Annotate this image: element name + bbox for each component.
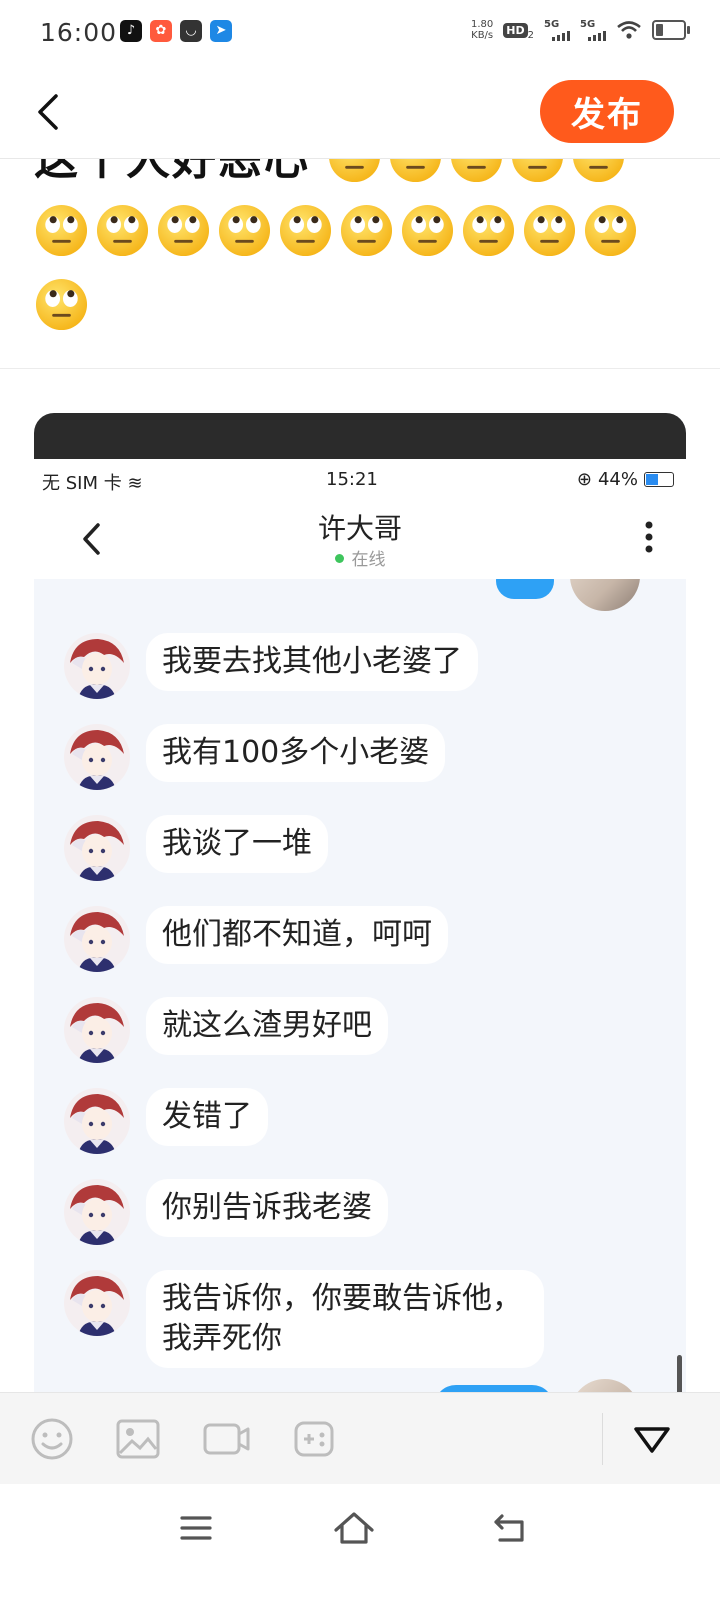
message-bubble: 我要去找其他小老婆了 [146, 633, 478, 691]
anime-avatar-icon [64, 815, 130, 881]
anime-avatar-icon [64, 997, 130, 1063]
menu-icon[interactable] [174, 1508, 218, 1548]
rolling-eyes-emoji [401, 204, 454, 257]
anime-avatar-icon [64, 724, 130, 790]
contact-avatar [64, 633, 130, 699]
battery-icon [652, 20, 690, 41]
contact-avatar [64, 724, 130, 790]
home-icon[interactable] [332, 1508, 376, 1548]
anime-avatar-icon [64, 906, 130, 972]
hd-sub: 2 [527, 30, 534, 42]
flag-app-icon: ➤ [210, 20, 232, 42]
contact-avatar [64, 997, 130, 1063]
screenshot-battery-icon [644, 472, 674, 487]
sim1-label: 5G [544, 19, 560, 31]
rolling-eyes-emoji [390, 159, 442, 183]
rolling-eyes-emoji [523, 204, 576, 257]
kuaishou-icon: ✿ [150, 20, 172, 42]
chat-messages: 我要去找其他小老婆了 我有100多个小老婆 我谈了一堆 他们都不知道，呵呵 就这… [34, 579, 686, 1425]
anime-avatar-icon [64, 1270, 130, 1336]
back-icon[interactable] [488, 1508, 532, 1548]
rolling-eyes-emoji [279, 204, 332, 257]
signal-icon-sim1: 5G [544, 19, 570, 42]
contact-avatar [64, 906, 130, 972]
emoji-icon[interactable] [28, 1417, 76, 1461]
net-speed-value: 1.80 [471, 19, 494, 31]
message-bubble: 你别告诉我老婆 [146, 1179, 388, 1237]
publish-button[interactable]: 发布 [540, 80, 674, 143]
lock-rotation-icon: ⊕ [576, 469, 592, 490]
message-bubble: 我有100多个小老婆 [146, 724, 446, 782]
tiktok-icon: ♪ [120, 20, 142, 42]
rolling-eyes-emoji [462, 204, 515, 257]
content-divider [0, 368, 720, 369]
contact-avatar [64, 1088, 130, 1154]
screenshot-sim-status: 无 SIM 卡 ≋ [42, 473, 143, 494]
message-bubble: 我告诉你，你要敢告诉他， 我弄死你 [146, 1270, 544, 1368]
rolling-eyes-emoji [35, 204, 88, 257]
rolling-eyes-emoji [218, 204, 271, 257]
screenshot-wifi-icon: ≋ [127, 473, 143, 494]
message-bubble: 发错了 [146, 1088, 268, 1146]
screenshot-time: 15:21 [326, 469, 378, 490]
rolling-eyes-emoji [584, 204, 637, 257]
collapse-icon[interactable] [628, 1417, 676, 1461]
message-bubble: 我谈了一堆 [146, 815, 328, 873]
hd-label: HD [503, 23, 528, 38]
back-arrow-icon[interactable] [30, 90, 70, 134]
wifi-icon [617, 21, 641, 39]
anime-avatar-icon [64, 1179, 130, 1245]
message-bubble: 他们都不知道，呵呵 [146, 906, 448, 964]
online-dot-icon [334, 554, 344, 563]
status-time: 16:00 [40, 18, 118, 47]
rolling-eyes-emoji [157, 204, 210, 257]
game-icon[interactable] [290, 1417, 338, 1461]
rolling-eyes-emoji [96, 204, 149, 257]
signal-icon-sim2: 5G [580, 19, 606, 42]
image-icon[interactable] [114, 1417, 162, 1461]
rolling-eyes-emoji [35, 278, 88, 331]
sim2-label: 5G [580, 19, 596, 31]
screenshot-battery-percent: 44% [597, 469, 638, 490]
rolling-eyes-emoji [451, 159, 503, 183]
toolbar-divider [602, 1413, 603, 1465]
message-bubble: 就这么渣男好吧 [146, 997, 388, 1055]
app-icon: ◡ [180, 20, 202, 42]
status-bar: 16:00 ♪ ✿ ◡ ➤ 1.80 KB/s HD 2 5G 5G [0, 0, 720, 64]
post-content: 这个人好恶心 [0, 159, 720, 367]
my-avatar [570, 579, 640, 611]
contact-status: 在线 [34, 545, 686, 570]
contact-avatar [64, 1179, 130, 1245]
post-text-content: 这个人好恶心 [34, 159, 310, 185]
more-options-icon [645, 521, 653, 553]
rolling-eyes-emoji [573, 159, 625, 183]
status-app-icons: ♪ ✿ ◡ ➤ [120, 20, 232, 42]
screenshot-battery: ⊕ 44% [577, 469, 674, 490]
screenshot-status-bar: 无 SIM 卡 ≋ 15:21 ⊕ 44% [34, 459, 686, 499]
rolling-eyes-emoji [329, 159, 381, 183]
anime-avatar-icon [64, 633, 130, 699]
rolling-eyes-emoji [340, 204, 393, 257]
hd-icon: HD 2 [503, 19, 534, 41]
anime-avatar-icon [64, 1088, 130, 1154]
contact-avatar [64, 1270, 130, 1336]
input-toolbar [0, 1392, 720, 1485]
system-nav-bar [0, 1484, 720, 1600]
message-line: 我弄死你 [162, 1321, 282, 1356]
post-text: 这个人好恶心 [34, 159, 654, 345]
screenshot-chat-header: 许大哥 在线 [34, 499, 686, 579]
attached-screenshot[interactable]: 无 SIM 卡 ≋ 15:21 ⊕ 44% 许大哥 在线 我要去找其他小老婆了 … [34, 413, 686, 1425]
rolling-eyes-emoji [512, 159, 564, 183]
sent-bubble-partial [496, 579, 554, 599]
net-speed-unit: KB/s [471, 30, 494, 42]
net-speed: 1.80 KB/s [471, 19, 493, 41]
status-indicators: 1.80 KB/s HD 2 5G 5G [471, 19, 690, 42]
screenshot-dark-header [34, 413, 686, 459]
video-icon[interactable] [202, 1417, 250, 1461]
contact-name: 许大哥 [317, 512, 402, 545]
contact-avatar [64, 815, 130, 881]
message-line: 我告诉你，你要敢告诉他， [162, 1281, 522, 1316]
